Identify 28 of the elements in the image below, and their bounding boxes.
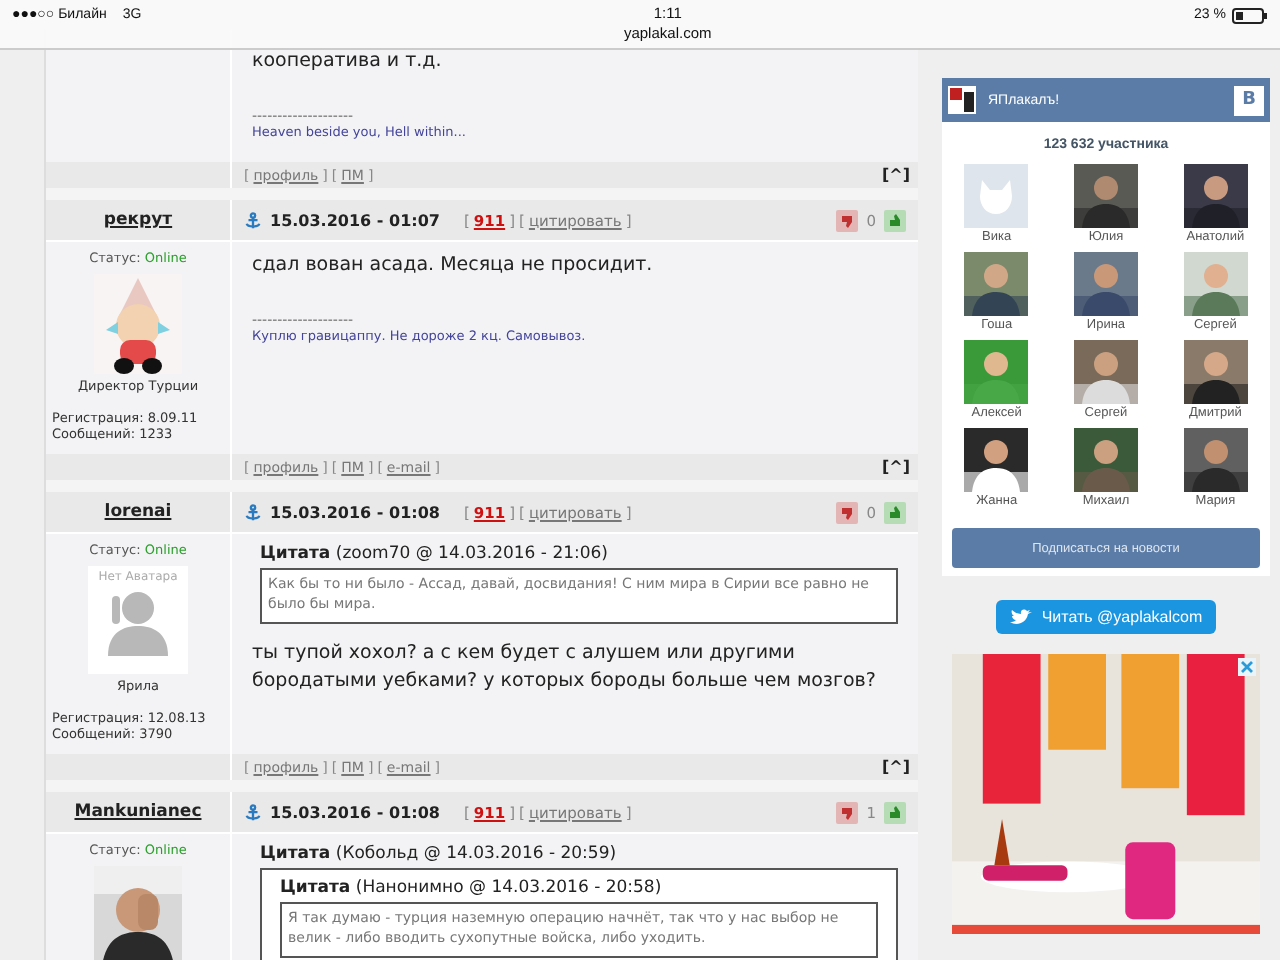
thumbs-up-icon[interactable] (884, 501, 906, 523)
network-badge[interactable]: В (1234, 85, 1264, 115)
thumbs-up-icon[interactable] (884, 801, 906, 823)
battery-icon (1232, 8, 1268, 24)
quote-title: Цитата (zoom70 @ 14.03.2016 - 21:06) (260, 544, 611, 564)
quote-title: Цитата (Нанонимно @ 14.03.2016 - 20:58) (280, 878, 664, 898)
thumbs-down-icon[interactable] (836, 801, 859, 823)
quote-title: Цитата (Кобольд @ 14.03.2016 - 20:59) (260, 844, 619, 864)
author-link[interactable]: lorenai (104, 502, 172, 522)
post-date: 15.03.2016 - 01:08 (270, 803, 440, 821)
scroll-top-link[interactable]: [^] (881, 166, 910, 184)
close-icon[interactable] (1238, 658, 1256, 676)
post-date: 15.03.2016 - 01:07 (270, 211, 440, 229)
thumbs-up-icon[interactable] (884, 209, 906, 231)
bird-icon (1009, 608, 1032, 626)
scroll-top-link[interactable]: [^] (881, 758, 910, 776)
post-text: кооператива и т.д. (252, 48, 444, 76)
thumbs-down-icon[interactable] (836, 209, 859, 231)
author-link[interactable]: рекрут (103, 210, 173, 230)
group-logo-icon (948, 86, 976, 114)
anchor-icon[interactable] (244, 503, 262, 521)
post-date: 15.03.2016 - 01:08 (270, 503, 440, 521)
scroll-top-link[interactable]: [^] (881, 458, 910, 476)
post-text: ты тупой хохол? а с кем будет с алушем или другими бородатыми уебками? у которых бороды больше чем мозгов? (252, 640, 878, 696)
thumbs-down-icon[interactable] (836, 501, 859, 523)
anchor-icon[interactable] (244, 803, 262, 821)
post-text: сдал вован асада. Месяца не просидит. (252, 252, 655, 280)
anchor-icon[interactable] (244, 211, 262, 229)
